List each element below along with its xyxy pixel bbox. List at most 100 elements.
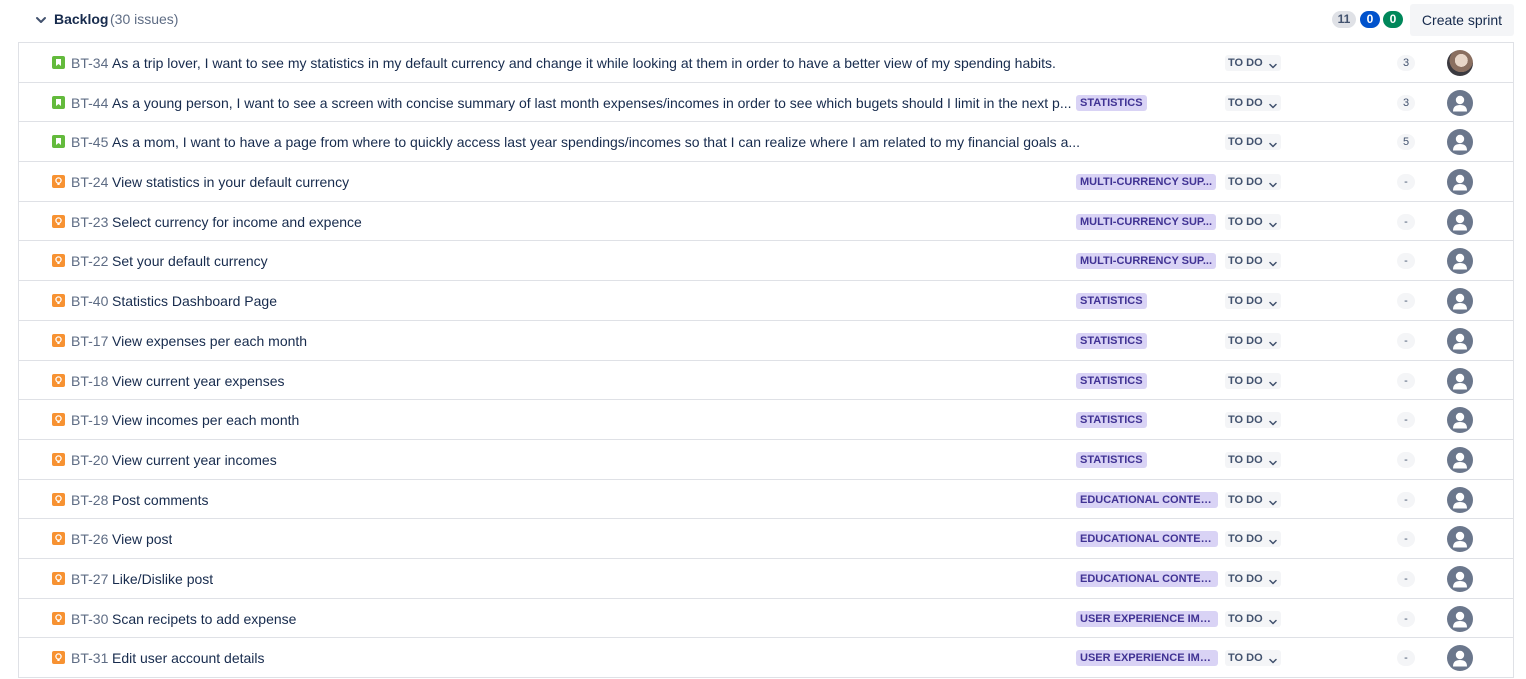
- issue-key[interactable]: BT-17: [71, 333, 108, 349]
- unassigned-avatar-icon[interactable]: [1447, 407, 1473, 434]
- issue-summary[interactable]: Scan recipets to add expense: [112, 611, 296, 627]
- status-dropdown[interactable]: TO DO: [1225, 451, 1281, 468]
- table-row[interactable]: BT-44 As a young person, I want to see a …: [19, 82, 1513, 123]
- issue-summary[interactable]: View statistics in your default currency: [112, 174, 349, 190]
- issue-key[interactable]: BT-18: [71, 373, 108, 389]
- status-dropdown[interactable]: TO DO: [1225, 94, 1281, 111]
- issue-key[interactable]: BT-28: [71, 492, 108, 508]
- issue-summary[interactable]: Edit user account details: [112, 650, 265, 666]
- status-dropdown[interactable]: TO DO: [1225, 650, 1281, 667]
- issue-key[interactable]: BT-34: [71, 55, 108, 71]
- status-dropdown[interactable]: TO DO: [1225, 174, 1281, 191]
- table-row[interactable]: BT-22 Set your default currency MULTI-CURR…: [19, 241, 1513, 282]
- issue-summary[interactable]: Like/Dislike post: [112, 571, 213, 587]
- issue-key[interactable]: BT-27: [71, 571, 108, 587]
- table-row[interactable]: BT-27 Like/Dislike post EDUCATIONAL CONTEN…: [19, 558, 1513, 599]
- unassigned-avatar-icon[interactable]: [1447, 327, 1473, 354]
- epic-label[interactable]: USER EXPERIENCE IMP...: [1076, 650, 1218, 667]
- avatar[interactable]: [1447, 50, 1473, 76]
- table-row[interactable]: BT-18 View current year expenses STATISTIC…: [19, 360, 1513, 401]
- table-row[interactable]: BT-45 As a mom, I want to have a page fro…: [19, 122, 1513, 163]
- issue-summary[interactable]: View current year expenses: [112, 373, 285, 389]
- table-row[interactable]: BT-28 Post comments EDUCATIONAL CONTENT TO …: [19, 479, 1513, 520]
- issue-summary[interactable]: As a young person, I want to see a scree…: [112, 95, 1072, 111]
- issue-summary[interactable]: View post: [112, 531, 172, 547]
- epic-label[interactable]: STATISTICS: [1076, 372, 1147, 389]
- table-row[interactable]: BT-26 View post EDUCATIONAL CONTENT TO DO -: [19, 519, 1513, 559]
- unassigned-avatar-icon[interactable]: [1447, 486, 1473, 513]
- issue-key[interactable]: BT-22: [71, 253, 108, 269]
- table-row[interactable]: BT-31 Edit user account details USER EXPER…: [19, 638, 1513, 678]
- unassigned-avatar-icon[interactable]: [1447, 526, 1473, 553]
- issue-key[interactable]: BT-30: [71, 611, 108, 627]
- epic-label[interactable]: STATISTICS: [1076, 293, 1147, 310]
- table-row[interactable]: BT-17 View expenses per each month STATIST…: [19, 320, 1513, 361]
- unassigned-avatar-icon[interactable]: [1447, 565, 1473, 592]
- status-dropdown[interactable]: TO DO: [1225, 332, 1281, 349]
- unassigned-avatar-icon[interactable]: [1447, 645, 1473, 672]
- unassigned-avatar-icon[interactable]: [1447, 89, 1473, 116]
- epic-label[interactable]: MULTI-CURRENCY SUP...: [1076, 174, 1217, 191]
- issue-key[interactable]: BT-19: [71, 412, 108, 428]
- issue-summary[interactable]: As a trip lover, I want to see my statis…: [112, 55, 1056, 71]
- unassigned-avatar-icon[interactable]: [1447, 605, 1473, 632]
- status-dropdown[interactable]: TO DO: [1225, 134, 1281, 151]
- table-row[interactable]: BT-34 As a trip lover, I want to see my s…: [19, 43, 1513, 83]
- issue-key[interactable]: BT-44: [71, 95, 108, 111]
- issue-summary[interactable]: Statistics Dashboard Page: [112, 293, 277, 309]
- chevron-down-icon: [1269, 377, 1277, 386]
- table-row[interactable]: BT-23 Select currency for income and expe…: [19, 201, 1513, 242]
- status-dropdown[interactable]: TO DO: [1225, 293, 1281, 310]
- epic-label[interactable]: STATISTICS: [1076, 412, 1147, 429]
- epic-label[interactable]: EDUCATIONAL CONTENT: [1076, 531, 1218, 548]
- unassigned-avatar-icon[interactable]: [1447, 208, 1473, 235]
- issue-key[interactable]: BT-24: [71, 174, 108, 190]
- epic-label[interactable]: MULTI-CURRENCY SUP...: [1076, 253, 1217, 270]
- table-row[interactable]: BT-24 View statistics in your default cur…: [19, 162, 1513, 202]
- epic-label[interactable]: STATISTICS: [1076, 94, 1147, 111]
- epic-label[interactable]: STATISTICS: [1076, 332, 1147, 349]
- table-row[interactable]: BT-40 Statistics Dashboard Page STATISTICS…: [19, 281, 1513, 321]
- status-dropdown[interactable]: TO DO: [1225, 213, 1281, 230]
- epic-label[interactable]: EDUCATIONAL CONTENT: [1076, 491, 1218, 508]
- table-row[interactable]: BT-20 View current year incomes STATISTICS…: [19, 439, 1513, 480]
- issue-summary[interactable]: View expenses per each month: [112, 333, 307, 349]
- issue-key[interactable]: BT-26: [71, 531, 108, 547]
- epic-label[interactable]: MULTI-CURRENCY SUP...: [1076, 213, 1217, 230]
- epic-label[interactable]: EDUCATIONAL CONTENT: [1076, 570, 1218, 587]
- status-dropdown[interactable]: TO DO: [1225, 55, 1281, 71]
- unassigned-avatar-icon[interactable]: [1447, 169, 1473, 196]
- unassigned-avatar-icon[interactable]: [1447, 288, 1473, 315]
- issue-summary[interactable]: Set your default currency: [112, 253, 268, 269]
- table-row[interactable]: BT-19 View incomes per each month STATISTI…: [19, 400, 1513, 440]
- status-dropdown[interactable]: TO DO: [1225, 412, 1281, 429]
- issue-summary[interactable]: Select currency for income and expence: [112, 214, 362, 230]
- issue-key[interactable]: BT-31: [71, 650, 108, 666]
- create-sprint-button[interactable]: Create sprint: [1410, 4, 1514, 36]
- task-icon: [52, 373, 65, 387]
- story-points-badge: 3: [1397, 55, 1415, 71]
- unassigned-avatar-icon[interactable]: [1447, 367, 1473, 394]
- table-row[interactable]: BT-30 Scan recipets to add expense USER EX…: [19, 598, 1513, 639]
- status-dropdown[interactable]: TO DO: [1225, 531, 1281, 548]
- unassigned-avatar-icon[interactable]: [1447, 129, 1473, 156]
- chevron-down-icon[interactable]: [34, 13, 48, 27]
- status-dropdown[interactable]: TO DO: [1225, 372, 1281, 389]
- epic-label[interactable]: STATISTICS: [1076, 451, 1147, 468]
- issue-key[interactable]: BT-45: [71, 134, 108, 150]
- issue-summary[interactable]: View current year incomes: [112, 452, 277, 468]
- issue-key[interactable]: BT-23: [71, 214, 108, 230]
- issue-summary[interactable]: View incomes per each month: [112, 412, 299, 428]
- issue-key[interactable]: BT-20: [71, 452, 108, 468]
- unassigned-avatar-icon[interactable]: [1447, 248, 1473, 275]
- unassigned-avatar-icon[interactable]: [1447, 446, 1473, 473]
- status-dropdown[interactable]: TO DO: [1225, 491, 1281, 508]
- status-dropdown[interactable]: TO DO: [1225, 570, 1281, 587]
- status-dropdown[interactable]: TO DO: [1225, 253, 1281, 270]
- status-dropdown[interactable]: TO DO: [1225, 610, 1281, 627]
- issue-summary[interactable]: Post comments: [112, 492, 208, 508]
- backlog-title[interactable]: Backlog: [54, 11, 108, 27]
- issue-summary[interactable]: As a mom, I want to have a page from whe…: [112, 134, 1080, 150]
- epic-label[interactable]: USER EXPERIENCE IMP...: [1076, 610, 1218, 627]
- issue-key[interactable]: BT-40: [71, 293, 108, 309]
